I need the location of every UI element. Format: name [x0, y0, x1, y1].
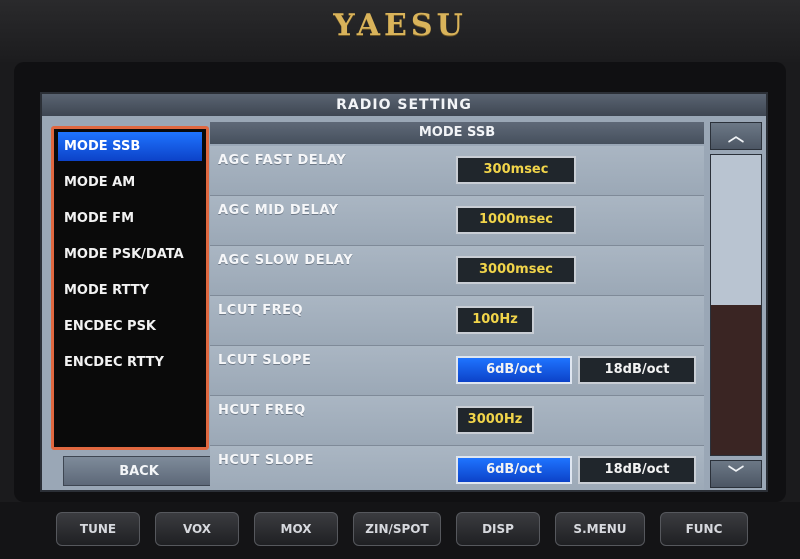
mox-button[interactable]: MOX — [254, 512, 338, 546]
top-bezel: YAESU — [0, 0, 800, 62]
tune-button[interactable]: TUNE — [56, 512, 140, 546]
scrollbar-track[interactable] — [710, 154, 762, 456]
mode-item-encdec-psk[interactable]: ENCDEC PSK — [58, 312, 202, 341]
setting-label: AGC SLOW DELAY — [218, 253, 354, 268]
disp-button[interactable]: DISP — [456, 512, 540, 546]
setting-label: LCUT FREQ — [218, 303, 304, 318]
vox-button[interactable]: VOX — [155, 512, 239, 546]
setting-row-lcut-freq: LCUT FREQ 100Hz — [210, 296, 704, 346]
mode-item-psk-data[interactable]: MODE PSK/DATA — [58, 240, 202, 269]
setting-label: AGC FAST DELAY — [218, 153, 347, 168]
lcut-slope-option-6db[interactable]: 6dB/oct — [456, 356, 572, 384]
setting-row-hcut-freq: HCUT FREQ 3000Hz — [210, 396, 704, 446]
agc-slow-delay-value[interactable]: 3000msec — [456, 256, 576, 284]
hcut-slope-option-18db[interactable]: 18dB/oct — [578, 456, 696, 484]
setting-row-agc-fast-delay: AGC FAST DELAY 300msec — [210, 146, 704, 196]
s-menu-button[interactable]: S.MENU — [555, 512, 645, 546]
zin-spot-button[interactable]: ZIN/SPOT — [353, 512, 441, 546]
agc-fast-delay-value[interactable]: 300msec — [456, 156, 576, 184]
mode-item-encdec-rtty[interactable]: ENCDEC RTTY — [58, 348, 202, 377]
scrollbar-thumb[interactable] — [711, 155, 761, 305]
agc-mid-delay-value[interactable]: 1000msec — [456, 206, 576, 234]
lcut-freq-value[interactable]: 100Hz — [456, 306, 534, 334]
screen-title: RADIO SETTING — [42, 94, 766, 116]
mode-list: MODE SSB MODE AM MODE FM MODE PSK/DATA M… — [51, 126, 209, 450]
setting-label: LCUT SLOPE — [218, 353, 312, 368]
lcut-slope-option-18db[interactable]: 18dB/oct — [578, 356, 696, 384]
setting-row-agc-slow-delay: AGC SLOW DELAY 3000msec — [210, 246, 704, 296]
radio-screen: RADIO SETTING MODE SSB MODE AM MODE FM M… — [40, 92, 768, 492]
scroll-up-button[interactable]: ︿ — [710, 122, 762, 150]
settings-list: AGC FAST DELAY 300msec AGC MID DELAY 100… — [210, 146, 704, 490]
mode-item-fm[interactable]: MODE FM — [58, 204, 202, 233]
scroll-down-button[interactable]: ﹀ — [710, 460, 762, 488]
setting-row-hcut-slope: HCUT SLOPE 6dB/oct 18dB/oct — [210, 446, 704, 490]
content-header: MODE SSB — [210, 122, 704, 144]
back-button[interactable]: BACK — [63, 456, 215, 486]
func-button[interactable]: FUNC — [660, 512, 748, 546]
setting-label: AGC MID DELAY — [218, 203, 339, 218]
setting-row-agc-mid-delay: AGC MID DELAY 1000msec — [210, 196, 704, 246]
hcut-slope-option-6db[interactable]: 6dB/oct — [456, 456, 572, 484]
hcut-freq-value[interactable]: 3000Hz — [456, 406, 534, 434]
setting-row-lcut-slope: LCUT SLOPE 6dB/oct 18dB/oct — [210, 346, 704, 396]
setting-label: HCUT FREQ — [218, 403, 306, 418]
mode-item-am[interactable]: MODE AM — [58, 168, 202, 197]
setting-label: HCUT SLOPE — [218, 453, 315, 468]
brand-logo: YAESU — [333, 8, 467, 43]
mode-item-rtty[interactable]: MODE RTTY — [58, 276, 202, 305]
mode-item-ssb[interactable]: MODE SSB — [58, 132, 202, 161]
